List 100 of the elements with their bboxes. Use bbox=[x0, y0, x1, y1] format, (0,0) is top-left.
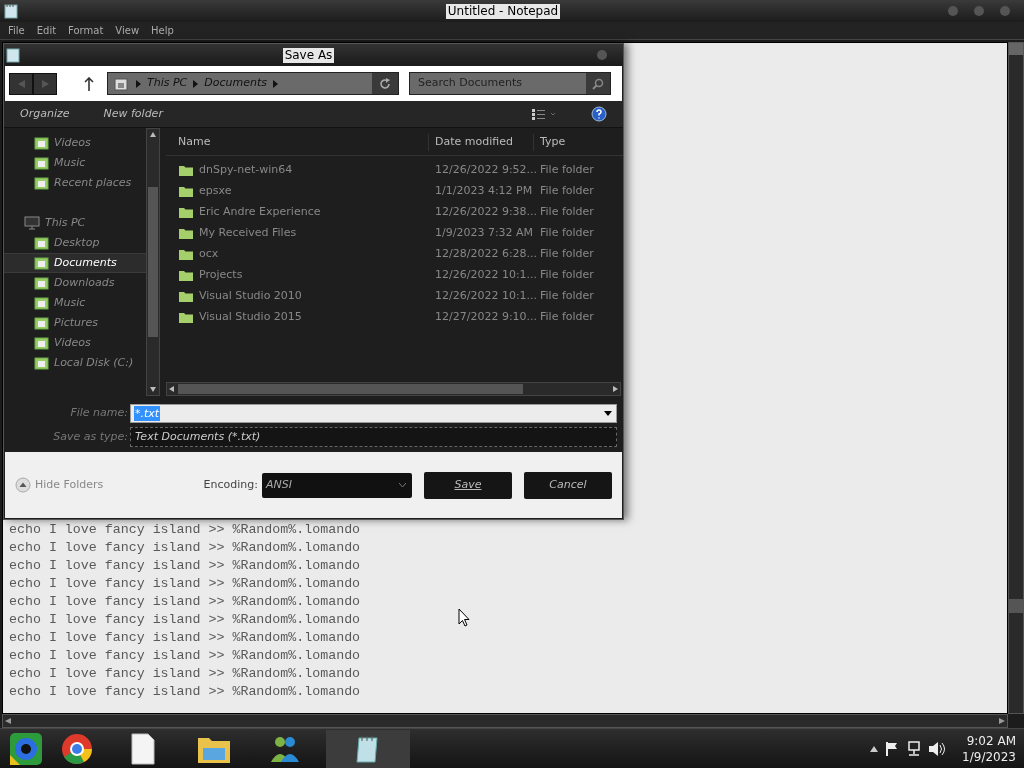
folder-icon bbox=[178, 227, 194, 240]
menu-item[interactable]: View bbox=[111, 23, 144, 38]
library-icon bbox=[34, 136, 49, 150]
chevron-icon[interactable] bbox=[193, 79, 199, 88]
library-icon bbox=[114, 76, 128, 91]
table-cell[interactable]: Projects bbox=[166, 267, 428, 284]
breadcrumb-item[interactable]: This PC bbox=[147, 75, 188, 92]
library-icon bbox=[34, 276, 49, 290]
help-icon[interactable] bbox=[591, 106, 607, 122]
sidebar-item[interactable]: Pictures bbox=[4, 313, 146, 333]
network-icon[interactable] bbox=[906, 740, 923, 757]
refresh-button[interactable] bbox=[372, 73, 398, 94]
library-icon bbox=[34, 256, 49, 270]
document-icon[interactable] bbox=[130, 732, 156, 765]
folder-icon bbox=[178, 164, 194, 177]
table-cell[interactable]: My Received Files bbox=[166, 225, 428, 242]
menu-item[interactable]: Edit bbox=[32, 23, 61, 38]
sidebar-item[interactable]: Music bbox=[4, 153, 146, 173]
sidebar-item[interactable]: Music bbox=[4, 293, 146, 313]
list-scrollbar[interactable] bbox=[166, 382, 621, 396]
menu-item[interactable]: Format bbox=[64, 23, 108, 38]
speaker-icon[interactable] bbox=[928, 740, 947, 757]
chevron-up-icon bbox=[15, 477, 31, 493]
folder-icon bbox=[178, 311, 194, 324]
table-cell-text: 1/1/2023 4:12 PM bbox=[434, 183, 533, 200]
table-cell-text: File folder bbox=[539, 183, 594, 200]
save-as-type-dropdown[interactable]: Text Documents (*.txt) bbox=[130, 427, 617, 447]
show-hidden-icons-button[interactable] bbox=[870, 745, 879, 752]
sidebar-item[interactable]: Desktop bbox=[4, 233, 146, 253]
sidebar-item[interactable]: Local Disk (C:) bbox=[4, 353, 146, 373]
library-icon bbox=[34, 336, 49, 350]
dialog-title: Save As bbox=[282, 47, 335, 63]
table-cell-text: File folder bbox=[539, 225, 594, 242]
forward-button[interactable] bbox=[33, 72, 57, 95]
back-button[interactable] bbox=[9, 72, 33, 95]
right-arrow-icon[interactable] bbox=[613, 386, 618, 392]
view-options-icon[interactable] bbox=[531, 108, 557, 120]
sidebar-item[interactable]: Recent places bbox=[4, 173, 146, 193]
hide-folders-button[interactable]: Hide Folders bbox=[15, 476, 104, 494]
new-folder-button[interactable]: New folder bbox=[103, 105, 163, 123]
text-line: echo I love fancy island >> %Random%.lomando bbox=[9, 611, 361, 629]
encoding-dropdown[interactable]: ANSI bbox=[262, 472, 412, 498]
library-icon bbox=[34, 236, 49, 250]
back-arrow-icon bbox=[17, 79, 25, 88]
text-line: echo I love fancy island >> %Random%.lomando bbox=[9, 557, 361, 575]
cancel-button[interactable]: Cancel bbox=[524, 471, 612, 499]
name-column-header[interactable]: Name bbox=[166, 134, 428, 151]
table-cell[interactable]: epsxe bbox=[166, 183, 428, 200]
library-icon bbox=[34, 316, 49, 330]
sidebar-item[interactable]: Downloads bbox=[4, 273, 146, 293]
text-line: echo I love fancy island >> %Random%.lomando bbox=[9, 647, 361, 665]
notepad-icon bbox=[4, 3, 18, 19]
left-arrow-icon[interactable] bbox=[169, 386, 174, 392]
file-name-label: File name: bbox=[69, 405, 129, 422]
library-icon bbox=[34, 156, 49, 170]
address-bar[interactable]: This PC Documents bbox=[107, 72, 399, 95]
table-cell[interactable]: dnSpy-net-win64 bbox=[166, 162, 428, 179]
text-line: echo I love fancy island >> %Random%.lomando bbox=[9, 683, 361, 701]
chevron-icon[interactable] bbox=[273, 79, 278, 88]
search-field[interactable]: Search Documents bbox=[409, 72, 611, 95]
horizontal-scrollbar[interactable] bbox=[2, 714, 1008, 728]
type-column-header[interactable]: Type bbox=[533, 134, 566, 151]
sidebar-item[interactable]: Documents bbox=[4, 253, 146, 273]
vertical-scrollbar[interactable] bbox=[1008, 42, 1024, 714]
organize-menu[interactable]: Organize bbox=[20, 105, 70, 123]
up-arrow-icon bbox=[84, 76, 94, 91]
table-cell-text: 1/9/2023 7:32 AM bbox=[434, 225, 533, 242]
text-line: echo I love fancy island >> %Random%.lomando bbox=[9, 575, 361, 593]
left-arrow-icon[interactable] bbox=[5, 718, 11, 724]
breadcrumb-item[interactable]: Documents bbox=[204, 75, 267, 92]
library-icon bbox=[34, 296, 49, 310]
sidebar-item[interactable]: Videos bbox=[4, 333, 146, 353]
table-cell[interactable]: Visual Studio 2010 bbox=[166, 288, 428, 305]
up-arrow-icon[interactable] bbox=[150, 132, 156, 137]
table-cell[interactable]: ocx bbox=[166, 246, 428, 263]
table-cell[interactable]: Eric Andre Experience bbox=[166, 204, 428, 221]
save-button[interactable]: Save bbox=[424, 471, 512, 499]
save-as-type-label: Save as type: bbox=[52, 428, 129, 445]
right-arrow-icon[interactable] bbox=[999, 718, 1005, 724]
menu-item[interactable]: File bbox=[4, 23, 29, 38]
file-name-field[interactable]: *.txt bbox=[130, 404, 617, 423]
chevron-icon[interactable] bbox=[136, 79, 141, 88]
folder-icon bbox=[178, 248, 194, 261]
computer-icon bbox=[24, 216, 40, 230]
menu-item[interactable]: Help bbox=[147, 23, 178, 38]
date-column-header[interactable]: Date modified bbox=[428, 134, 533, 151]
clock[interactable]: 9:02 AM 1/9/2023 bbox=[952, 732, 1018, 765]
refresh-icon bbox=[379, 77, 391, 90]
text-line: echo I love fancy island >> %Random%.lomando bbox=[9, 539, 361, 557]
sidebar-item[interactable]: This PC bbox=[4, 213, 146, 233]
text-line: echo I love fancy island >> %Random%.lomando bbox=[9, 593, 361, 611]
sidebar-scrollbar[interactable] bbox=[146, 128, 160, 396]
window-title: Untitled - Notepad bbox=[445, 3, 561, 19]
search-icon bbox=[592, 77, 604, 90]
mouse-cursor-icon bbox=[458, 608, 470, 627]
down-arrow-icon[interactable] bbox=[150, 387, 156, 392]
sidebar-item[interactable]: Videos bbox=[4, 133, 146, 153]
dropdown-arrow-icon[interactable] bbox=[604, 411, 612, 416]
notepad-icon bbox=[6, 47, 20, 63]
table-cell[interactable]: Visual Studio 2015 bbox=[166, 309, 428, 326]
